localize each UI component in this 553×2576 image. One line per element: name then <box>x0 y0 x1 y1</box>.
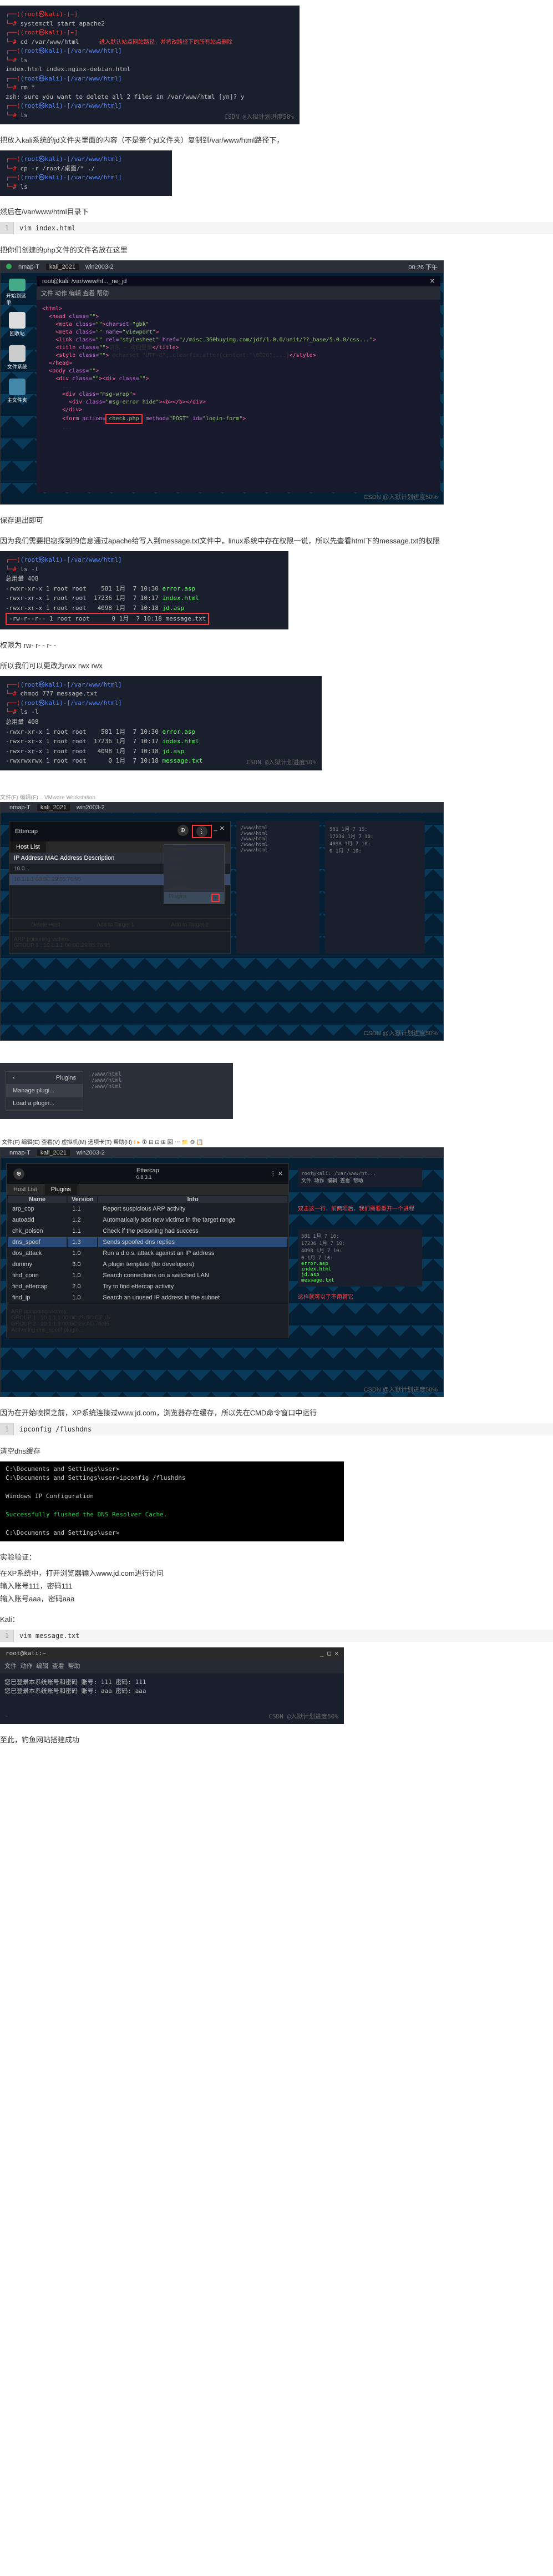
add-target1-button[interactable]: Add to Target 1 <box>97 922 134 928</box>
tab[interactable]: kali_2021 <box>37 1150 70 1156</box>
annotation: 这样就可以了不用管它 <box>298 1292 422 1300</box>
menu-load-plugin[interactable]: Load a plugin... <box>6 1097 83 1110</box>
chevron-left-icon: ‹ <box>13 1075 15 1081</box>
chevron-right-icon: › <box>211 894 220 902</box>
desktop-icon-filesystem[interactable]: 文件系统 <box>6 345 28 373</box>
close-icon[interactable]: ✕ <box>430 278 435 285</box>
tab[interactable]: nmap-T <box>6 1150 34 1156</box>
status-text: ARP poisoning victims: GROUP 1 : 10.1.1.… <box>7 1304 288 1338</box>
desktop-icon-trash[interactable]: 回收站 <box>6 312 28 340</box>
clock: 00:26 下午 <box>408 263 438 271</box>
window-title: root@kali: /var/www/ht..._ne_jd <box>42 278 126 285</box>
plugin-row-dns-spoof[interactable]: dns_spoof1.3Sends spoofed dns replies <box>8 1237 287 1247</box>
plugin-row[interactable]: find_conn1.0Search connections on a swit… <box>8 1271 287 1281</box>
plugin-row[interactable]: autoadd1.2Automatically add new victims … <box>8 1215 287 1225</box>
watermark: CSDN @入狱计划进度50% <box>224 113 294 122</box>
highlighted-code: check.php <box>109 416 139 422</box>
menu-filters[interactable]: Filters <box>164 873 224 883</box>
cmd-window: C:\Documents and Settings\user> C:\Docum… <box>0 1461 344 1541</box>
tab[interactable]: nmap-T <box>15 264 43 270</box>
annotation: 进入默认站点网站路径，并将改路径下的所有站点删除 <box>99 39 232 46</box>
menu-icon[interactable]: ⊕ <box>177 825 189 836</box>
tab[interactable]: win2003-2 <box>73 1150 108 1156</box>
menu-targets[interactable]: Targets <box>164 845 224 854</box>
prompt: ┌──( <box>6 11 21 18</box>
tab-hostlist[interactable]: Host List <box>9 841 47 853</box>
tab-hostlist[interactable]: Host List <box>7 1184 44 1195</box>
delete-host-button[interactable]: Delete Host <box>31 922 60 928</box>
description: 把你们创建的php文件的文件名放在这里 <box>0 244 553 255</box>
plugin-row[interactable]: chk_poison1.1Check if the poisoning had … <box>8 1226 287 1236</box>
tab[interactable]: win2003-2 <box>73 804 108 811</box>
menu-manage-plugins[interactable]: Manage plugi... <box>6 1085 83 1097</box>
cmd-line: systemctl start apache2 <box>21 20 105 27</box>
tab[interactable]: kali_2021 <box>37 804 70 811</box>
terminal-output: 您已登录本系统账号和密码 账号: 111 密码: 111 您已登录本系统账号和密… <box>0 1673 344 1701</box>
plugin-row[interactable]: find_ip1.0Search an unused IP address in… <box>8 1293 287 1303</box>
code-block: 1 vim message.txt <box>0 1630 553 1642</box>
ettercap-title: Ettercap <box>136 1167 159 1174</box>
tab-plugins[interactable]: Plugins <box>44 1184 78 1195</box>
success-message: Successfully flushed the DNS Resolver Ca… <box>6 1510 338 1520</box>
tab[interactable]: win2003-2 <box>82 264 117 270</box>
menu-view[interactable]: View <box>164 864 224 873</box>
tab[interactable]: kali_2021 <box>46 264 79 270</box>
close-icon[interactable]: _ □ ✕ <box>320 1649 338 1658</box>
add-target2-button[interactable]: Add to Target 2 <box>171 922 209 928</box>
minimize-icon[interactable]: _ <box>214 825 217 838</box>
description: 把放入kali系统的jd文件夹里面的内容（不是整个jd文件夹）复制到/var/w… <box>0 134 553 145</box>
menu-bar[interactable]: 文件 动作 编辑 查看 帮助 <box>0 1660 344 1673</box>
terminal-title: root@kali:~ <box>6 1649 46 1658</box>
description: 然后在/var/www/html目录下 <box>0 206 553 216</box>
code-block: 1 vim index.html <box>0 222 553 234</box>
plugins-dropdown: ‹Plugins Manage plugi... Load a plugin..… <box>6 1071 83 1111</box>
desktop-icon-home[interactable]: 主文件夹 <box>6 379 28 406</box>
code-block: 1 ipconfig /flushdns <box>0 1423 553 1435</box>
menu-hosts[interactable]: Hosts <box>164 854 224 864</box>
annotation: 双击这一行，前两项后，我们需要重开一个进程 <box>298 1204 422 1212</box>
tab[interactable]: nmap-T <box>6 804 34 811</box>
close-icon[interactable]: ✕ <box>278 1171 283 1177</box>
plugin-row[interactable]: find_ettercap2.0Try to find ettercap act… <box>8 1282 287 1292</box>
plugin-row[interactable]: dos_attack1.0Run a d.o.s. attack against… <box>8 1248 287 1258</box>
menu-plugins[interactable]: ‹Plugins <box>6 1072 83 1085</box>
plugin-row[interactable]: arp_cop1.1Report suspicious ARP activity <box>8 1204 287 1214</box>
desktop-icon-start[interactable]: 开始到这里 <box>6 279 28 306</box>
menu-plugins[interactable]: Plugins› <box>164 892 224 904</box>
ettercap-title: Ettercap <box>15 828 38 835</box>
close-icon[interactable]: ✕ <box>220 825 225 838</box>
kali-icon <box>6 264 12 269</box>
plugin-row[interactable]: dummy3.0A plugin template (for developer… <box>8 1259 287 1269</box>
plugin-table: Name Version Info arp_cop1.1Report suspi… <box>7 1195 288 1304</box>
menu-logging[interactable]: Logging <box>164 883 224 892</box>
options-icon[interactable]: ⋮ <box>270 1171 276 1177</box>
menu-bar[interactable]: 文件 动作 编辑 查看 帮助 <box>37 286 440 300</box>
app-icon: ⊕ <box>13 1168 24 1179</box>
status-text: ARP poisoning victims: GROUP 1 : 10.1.1.… <box>9 931 230 953</box>
options-icon[interactable]: ⋮ <box>196 826 207 837</box>
